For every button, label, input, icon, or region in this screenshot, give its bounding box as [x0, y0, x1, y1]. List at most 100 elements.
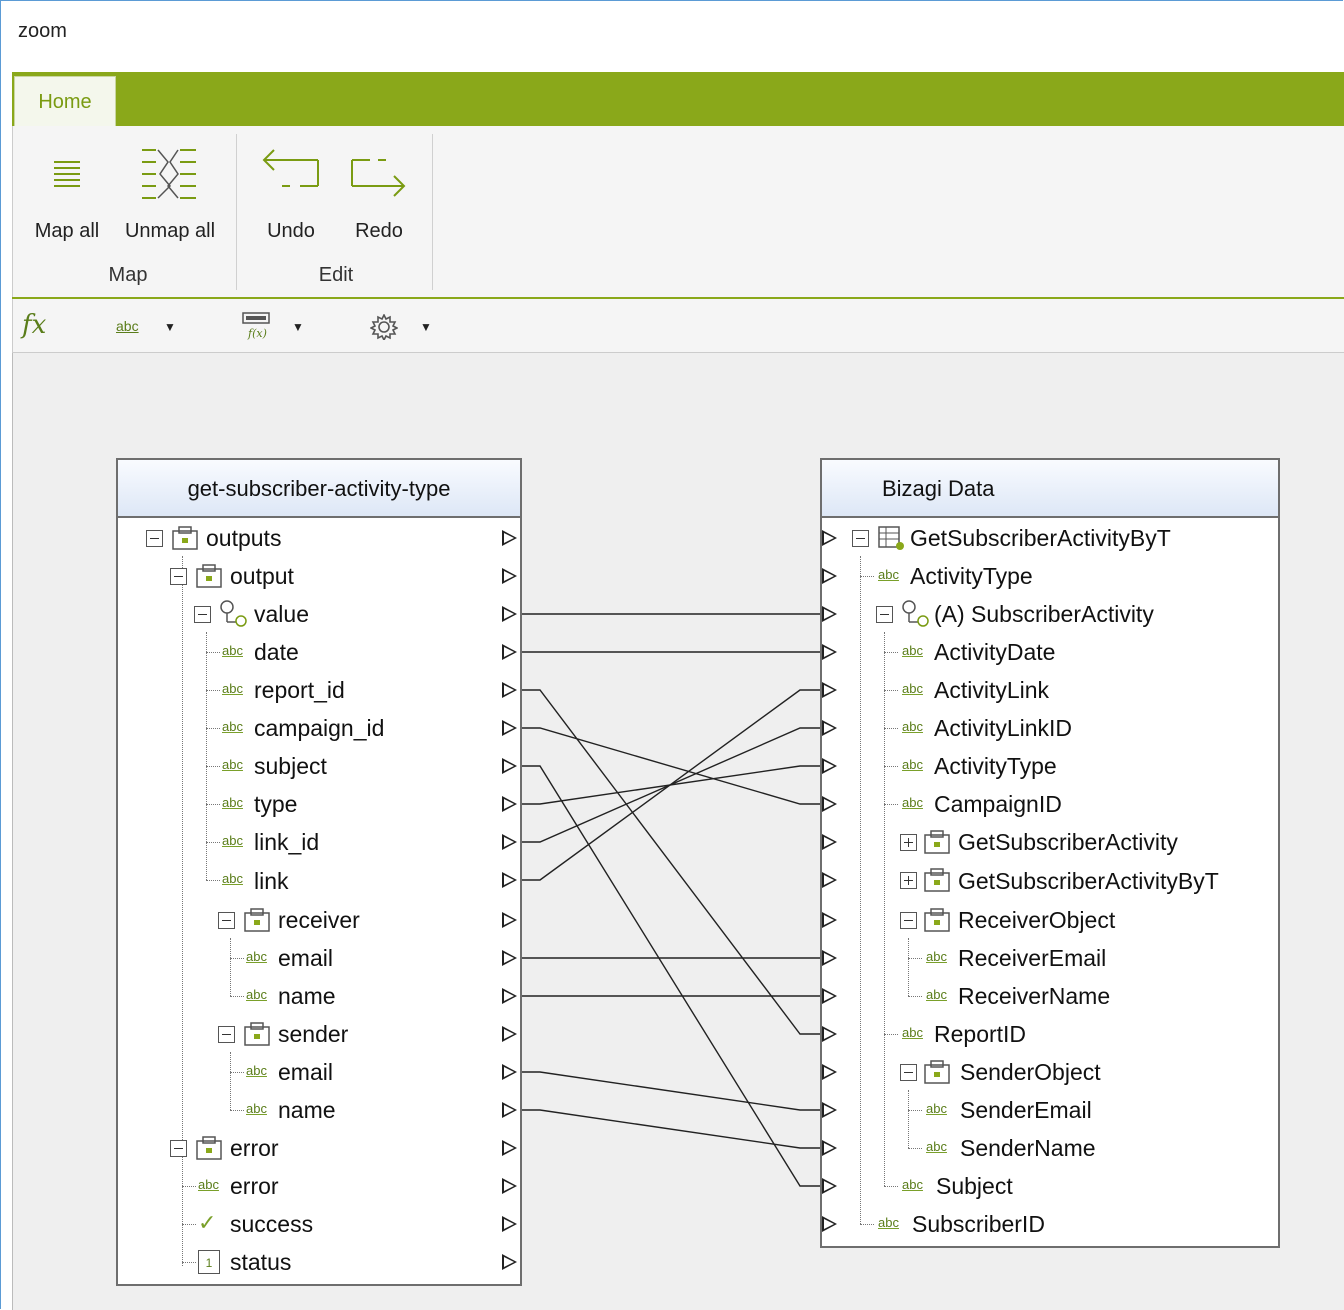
- target-connector-subscriber-id[interactable]: [822, 1216, 837, 1232]
- collapse-sender-toggle[interactable]: [218, 1026, 235, 1043]
- source-connector-output[interactable]: [502, 568, 517, 584]
- collapse-output-toggle[interactable]: [170, 568, 187, 585]
- source-connector-sender-email[interactable]: [502, 1064, 517, 1080]
- target-connector-activity-date[interactable]: [822, 644, 837, 660]
- source-node-success[interactable]: success: [230, 1211, 313, 1237]
- source-node-campaign-id[interactable]: campaign_id: [254, 715, 384, 741]
- target-node-sender-object[interactable]: SenderObject: [960, 1059, 1101, 1085]
- source-node-outputs[interactable]: outputs: [206, 525, 281, 551]
- redo-button[interactable]: Redo: [346, 140, 412, 250]
- target-node-get-subscriber-activity-by-t-nested[interactable]: GetSubscriberActivityByT: [958, 868, 1219, 894]
- target-connector-report-id[interactable]: [822, 1026, 837, 1042]
- target-connector-sender-object[interactable]: [822, 1064, 837, 1080]
- source-node-link[interactable]: link: [254, 868, 289, 894]
- target-node-campaign-id[interactable]: CampaignID: [934, 791, 1062, 817]
- target-node-sender-email[interactable]: SenderEmail: [960, 1097, 1092, 1123]
- collapse-receiver-toggle[interactable]: [218, 912, 235, 929]
- target-node-activity-link[interactable]: ActivityLink: [934, 677, 1049, 703]
- source-node-sender[interactable]: sender: [278, 1021, 348, 1047]
- source-node-output[interactable]: output: [230, 563, 294, 589]
- target-node-get-subscriber-activity[interactable]: GetSubscriberActivity: [958, 829, 1178, 855]
- source-connector-date[interactable]: [502, 644, 517, 660]
- source-connector-outputs[interactable]: [502, 530, 517, 546]
- source-connector-sender[interactable]: [502, 1026, 517, 1042]
- collapse-subscriber-activity-toggle[interactable]: [876, 606, 893, 623]
- target-node-receiver-email[interactable]: ReceiverEmail: [958, 945, 1106, 971]
- target-connector-sender-email[interactable]: [822, 1102, 837, 1118]
- source-node-subject[interactable]: subject: [254, 753, 327, 779]
- target-node-subscriber-activity[interactable]: (A) SubscriberActivity: [934, 601, 1154, 627]
- collapse-value-toggle[interactable]: [194, 606, 211, 623]
- collapse-error-toggle[interactable]: [170, 1140, 187, 1157]
- target-node-subject[interactable]: Subject: [936, 1173, 1013, 1199]
- unmap-all-button[interactable]: Unmap all: [118, 140, 222, 250]
- source-node-status[interactable]: status: [230, 1249, 291, 1275]
- collapse-outputs-toggle[interactable]: [146, 530, 163, 547]
- target-connector-get-subscriber-activity-by-t-nested[interactable]: [822, 872, 837, 888]
- expand-get-subscriber-activity-by-t-toggle[interactable]: [900, 872, 917, 889]
- tab-home[interactable]: Home: [14, 76, 116, 126]
- expand-get-subscriber-activity-toggle[interactable]: [900, 834, 917, 851]
- source-connector-sender-name[interactable]: [502, 1102, 517, 1118]
- target-connector-get-subscriber-activity[interactable]: [822, 834, 837, 850]
- target-node-sender-name[interactable]: SenderName: [960, 1135, 1096, 1161]
- source-connector-campaign-id[interactable]: [502, 720, 517, 736]
- target-connector-activity-type-top[interactable]: [822, 568, 837, 584]
- source-node-link-id[interactable]: link_id: [254, 829, 319, 855]
- source-connector-success[interactable]: [502, 1216, 517, 1232]
- source-node-receiver-email[interactable]: email: [278, 945, 333, 971]
- target-connector-campaign-id[interactable]: [822, 796, 837, 812]
- target-node-activity-link-id[interactable]: ActivityLinkID: [934, 715, 1072, 741]
- target-connector-receiver-email[interactable]: [822, 950, 837, 966]
- calculator-functions-dropdown[interactable]: f(x) ▼: [240, 310, 306, 342]
- source-connector-value[interactable]: [502, 606, 517, 622]
- source-node-value[interactable]: value: [254, 601, 309, 627]
- source-connector-receiver-email[interactable]: [502, 950, 517, 966]
- target-connector-subscriber-activity[interactable]: [822, 606, 837, 622]
- source-node-error-group[interactable]: error: [230, 1135, 279, 1161]
- source-connector-link-id[interactable]: [502, 834, 517, 850]
- fx-button[interactable]: fx: [22, 310, 46, 340]
- target-node-subscriber-id[interactable]: SubscriberID: [912, 1211, 1045, 1237]
- source-connector-error[interactable]: [502, 1178, 517, 1194]
- source-connector-receiver-name[interactable]: [502, 988, 517, 1004]
- source-connector-receiver[interactable]: [502, 912, 517, 928]
- target-connector-receiver-object[interactable]: [822, 912, 837, 928]
- collapse-receiver-object-toggle[interactable]: [900, 912, 917, 929]
- collapse-root-entity-toggle[interactable]: [852, 530, 869, 547]
- source-node-type[interactable]: type: [254, 791, 297, 817]
- target-connector-activity-link-id[interactable]: [822, 720, 837, 736]
- source-connector-status[interactable]: [502, 1254, 517, 1270]
- target-node-activity-type-top[interactable]: ActivityType: [910, 563, 1033, 589]
- target-node-activity-type[interactable]: ActivityType: [934, 753, 1057, 779]
- undo-button[interactable]: Undo: [258, 140, 324, 250]
- source-connector-error-group[interactable]: [502, 1140, 517, 1156]
- target-node-get-subscriber-activity-by-t[interactable]: GetSubscriberActivityByT: [910, 525, 1171, 551]
- map-all-button[interactable]: Map all: [28, 140, 106, 250]
- settings-dropdown[interactable]: ▼: [368, 312, 434, 342]
- target-connector-subject[interactable]: [822, 1178, 837, 1194]
- target-node-receiver-name[interactable]: ReceiverName: [958, 983, 1110, 1009]
- target-node-activity-date[interactable]: ActivityDate: [934, 639, 1055, 665]
- string-functions-dropdown[interactable]: abc ▼: [114, 316, 180, 340]
- collapse-sender-object-toggle[interactable]: [900, 1064, 917, 1081]
- target-connector-activity-link[interactable]: [822, 682, 837, 698]
- source-node-error[interactable]: error: [230, 1173, 279, 1199]
- source-node-receiver-name[interactable]: name: [278, 983, 336, 1009]
- source-node-receiver[interactable]: receiver: [278, 907, 360, 933]
- source-connector-subject[interactable]: [502, 758, 517, 774]
- source-connector-report-id[interactable]: [502, 682, 517, 698]
- target-connector-sender-name[interactable]: [822, 1140, 837, 1156]
- string-type-icon: abc: [222, 643, 243, 658]
- source-connector-type[interactable]: [502, 796, 517, 812]
- target-node-receiver-object[interactable]: ReceiverObject: [958, 907, 1115, 933]
- source-connector-link[interactable]: [502, 872, 517, 888]
- source-node-date[interactable]: date: [254, 639, 299, 665]
- target-node-report-id[interactable]: ReportID: [934, 1021, 1026, 1047]
- source-node-sender-name[interactable]: name: [278, 1097, 336, 1123]
- source-node-sender-email[interactable]: email: [278, 1059, 333, 1085]
- target-connector-root[interactable]: [822, 530, 837, 546]
- target-connector-activity-type[interactable]: [822, 758, 837, 774]
- target-connector-receiver-name[interactable]: [822, 988, 837, 1004]
- source-node-report-id[interactable]: report_id: [254, 677, 345, 703]
